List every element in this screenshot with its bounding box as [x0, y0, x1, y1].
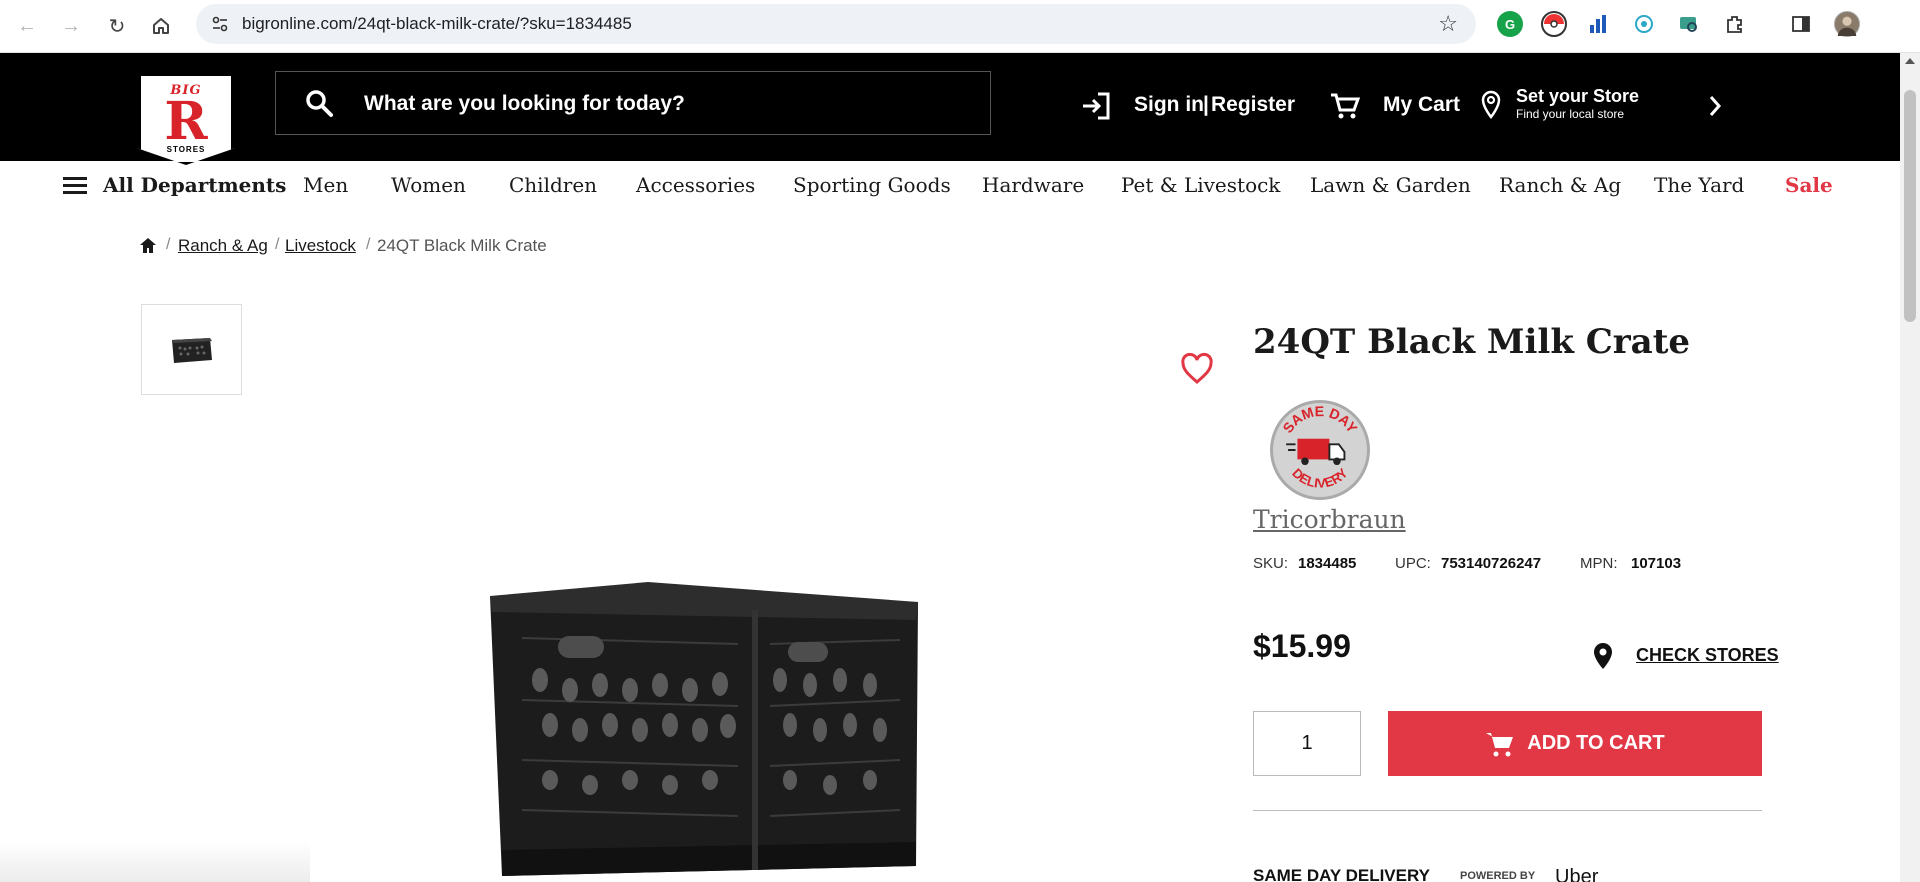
sku-value: 1834485 — [1298, 555, 1357, 572]
nav-item-men[interactable]: Men — [303, 173, 348, 197]
breadcrumb-livestock[interactable]: Livestock — [285, 236, 356, 256]
svg-text:DELIVERY: DELIVERY — [1289, 465, 1351, 491]
side-panel-icon[interactable] — [1788, 11, 1814, 37]
upc-value: 753140726247 — [1441, 555, 1542, 572]
product-main-image — [490, 582, 918, 876]
extensions-puzzle-icon[interactable] — [1722, 11, 1748, 37]
breadcrumb-separator: / — [366, 236, 371, 253]
address-bar[interactable]: bigronline.com/24qt-black-milk-crate/?sk… — [196, 4, 1476, 44]
nav-item-children[interactable]: Children — [509, 173, 597, 197]
nav-item-hardware[interactable]: Hardware — [982, 173, 1084, 197]
brand-link[interactable]: Tricorbraun — [1253, 505, 1406, 534]
profile-avatar[interactable] — [1834, 11, 1860, 37]
big-r-logo[interactable]: BIG R STORES — [138, 73, 234, 165]
cart-icon — [1486, 732, 1514, 756]
browser-toolbar: ← → ↻ bigronline.com/24qt-black-milk-cra… — [0, 0, 1920, 53]
scrollbar-thumb[interactable] — [1904, 90, 1916, 322]
uber-logo: Uber — [1555, 866, 1599, 882]
breadcrumb-current: 24QT Black Milk Crate — [377, 236, 547, 255]
chart-extension-icon[interactable] — [1586, 11, 1612, 37]
site-header: BIG R STORES What are you looking for to… — [0, 53, 1900, 165]
breadcrumb-ranch-ag[interactable]: Ranch & Ag — [178, 236, 268, 256]
nav-item-pet-livestock[interactable]: Pet & Livestock — [1121, 173, 1280, 197]
nav-item-accessories[interactable]: Accessories — [636, 173, 755, 197]
breadcrumb-separator: / — [275, 236, 280, 253]
nav-item-ranch-ag[interactable]: Ranch & Ag — [1499, 173, 1621, 197]
sign-in-link[interactable]: Sign in — [1134, 93, 1204, 117]
nav-item-sale[interactable]: Sale — [1785, 173, 1833, 197]
product-title: 24QT Black Milk Crate — [1253, 322, 1691, 362]
chevron-right-icon[interactable] — [1707, 94, 1723, 118]
same-day-delivery-heading: SAME DAY DELIVERY — [1253, 866, 1430, 882]
hamburger-menu-icon[interactable] — [62, 174, 88, 196]
delivery-truck-icon — [1286, 438, 1346, 466]
site-info-icon[interactable] — [208, 12, 232, 36]
nav-item-lawn-garden[interactable]: Lawn & Garden — [1310, 173, 1471, 197]
badge-top-text: SAME DAY — [1279, 403, 1361, 436]
mpn-label: MPN: — [1580, 555, 1618, 572]
upc-label: UPC: — [1395, 555, 1431, 572]
bookmark-star-icon[interactable]: ☆ — [1438, 11, 1458, 37]
breadcrumb-separator: / — [166, 236, 171, 253]
store-pin-icon[interactable] — [1592, 642, 1614, 670]
forward-icon[interactable]: → — [54, 9, 88, 43]
reload-icon[interactable]: ↻ — [100, 9, 134, 43]
grammarly-extension-icon[interactable]: G — [1497, 11, 1523, 37]
bottom-left-shadow — [0, 842, 310, 882]
sign-in-icon[interactable] — [1080, 92, 1112, 120]
logo-r-text: R — [164, 90, 208, 152]
logo-stores-text: STORES — [166, 145, 206, 155]
set-store-subtitle: Find your local store — [1516, 107, 1625, 121]
search-input[interactable]: What are you looking for today? — [275, 71, 991, 135]
all-departments-menu[interactable]: All Departments — [103, 173, 286, 197]
section-divider — [1253, 810, 1762, 811]
product-thumbnail[interactable] — [141, 304, 242, 395]
badge-bottom-text: DELIVERY — [1289, 465, 1351, 491]
nav-item-the-yard[interactable]: The Yard — [1654, 173, 1744, 197]
register-link[interactable]: Register — [1211, 93, 1295, 117]
nav-item-women[interactable]: Women — [391, 173, 466, 197]
sku-label: SKU: — [1253, 555, 1289, 572]
pokeball-extension-icon[interactable] — [1541, 11, 1567, 37]
quantity-input[interactable]: 1 — [1253, 711, 1361, 776]
url-text[interactable]: bigronline.com/24qt-black-milk-crate/?sk… — [242, 14, 632, 34]
same-day-delivery-badge: SAME DAY DELIVERY — [1270, 400, 1370, 500]
back-icon[interactable]: ← — [10, 9, 44, 43]
check-stores-link[interactable]: CHECK STORES — [1636, 645, 1779, 666]
category-nav: All Departments Men Women Children Acces… — [0, 161, 1900, 209]
add-to-cart-button[interactable]: ADD TO CART — [1388, 711, 1762, 776]
cart-icon[interactable] — [1330, 92, 1360, 120]
search-extension-icon[interactable] — [1676, 11, 1702, 37]
add-to-cart-label: ADD TO CART — [1527, 732, 1665, 754]
ai-extension-icon[interactable] — [1631, 11, 1657, 37]
nav-item-sporting-goods[interactable]: Sporting Goods — [793, 173, 951, 197]
wishlist-heart-icon[interactable] — [1180, 352, 1214, 386]
location-pin-icon — [1481, 90, 1501, 120]
product-price: $15.99 — [1253, 628, 1351, 664]
home-icon[interactable] — [144, 9, 178, 43]
my-cart-link[interactable]: My Cart — [1383, 93, 1460, 117]
search-icon — [306, 90, 333, 117]
crate-thumbnail-image — [171, 337, 212, 363]
mpn-value: 107103 — [1631, 555, 1682, 572]
svg-text:SAME DAY: SAME DAY — [1279, 403, 1361, 436]
search-placeholder: What are you looking for today? — [364, 92, 685, 115]
sign-in-separator: | — [1203, 93, 1209, 116]
home-icon[interactable] — [138, 236, 158, 254]
scroll-up-arrow-icon[interactable] — [1905, 58, 1915, 64]
set-store-title[interactable]: Set your Store — [1516, 86, 1639, 107]
powered-by-text: POWERED BY — [1460, 870, 1536, 882]
